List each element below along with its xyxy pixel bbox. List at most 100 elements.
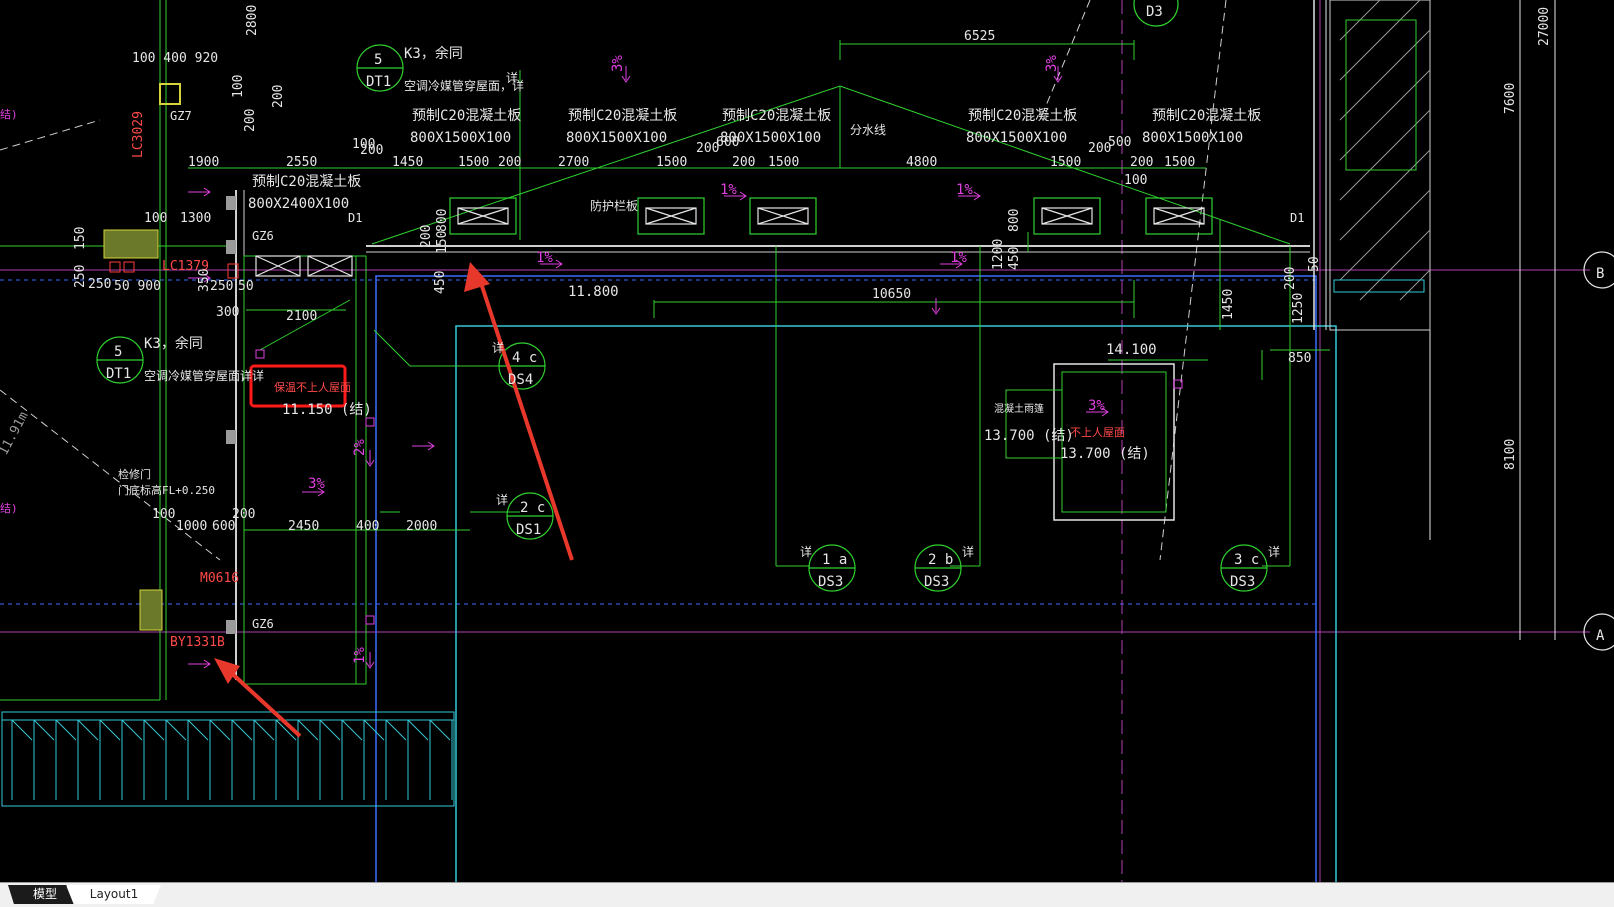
dim-200h: 200 — [1130, 155, 1153, 170]
dim-250b: 250 — [88, 277, 111, 292]
elev-14100: 14.100 — [1106, 342, 1157, 358]
bottom-railing — [1, 711, 455, 807]
callout-1a-bottom: DS3 — [818, 574, 843, 590]
cad-drawing-canvas[interactable]: 预制C20混凝土板 800X1500X100 预制C20混凝土板 800X150… — [0, 0, 1614, 882]
edge-text: 结) 11.91m 结) — [0, 108, 32, 515]
slab-size-2: 800X1500X100 — [566, 130, 667, 146]
callout-4c-top: 4 c — [512, 350, 537, 366]
elev-11150: 11.150 (结) — [282, 402, 372, 418]
elev-13700-roof: 13.700 (结) — [1060, 446, 1150, 462]
arrow-to-roof-edge — [476, 273, 574, 561]
slope-8: 1% — [352, 647, 368, 664]
dim-1500b: 1500 — [656, 155, 687, 170]
tag-gz6-bottom: GZ6 — [252, 617, 274, 631]
slab-label-3: 预制C20混凝土板 — [722, 108, 831, 124]
edge-text-1: 结) — [0, 108, 18, 121]
callout-2c-top: 2 c — [520, 500, 545, 516]
note-xiang-1: 详 — [492, 340, 504, 355]
annotation-arrows — [214, 262, 574, 738]
dim-50: 50 — [238, 279, 254, 294]
dim-250a: 250 — [73, 265, 88, 288]
dim-100d: 100 — [144, 211, 167, 226]
dim-450a: 450 — [433, 271, 448, 294]
dim-1200: 1200 — [991, 239, 1006, 270]
dim-100c: 100 — [1124, 173, 1147, 188]
tag-gz7: GZ7 — [170, 109, 192, 123]
note-access-door: 检修门 — [118, 467, 151, 481]
dim-100a: 100 — [231, 75, 246, 98]
grid-bubbles — [1583, 251, 1614, 651]
slope-5: 3% — [308, 476, 325, 492]
note-k3-top: K3，余同 — [404, 45, 463, 62]
elevations: 11.800 11.150 (结) 14.100 13.700 (结) 13.7… — [282, 284, 1157, 462]
dim-1300: 1300 — [180, 211, 211, 226]
dim-1500c: 1500 — [768, 155, 799, 170]
note-k3-left: K3，余同 — [144, 335, 203, 352]
grid-label-a: A — [1596, 628, 1605, 644]
slab-label-1: 预制C20混凝土板 — [412, 108, 521, 124]
note-xiang-3: 详 — [800, 544, 812, 559]
slope-9: 3% — [610, 55, 626, 72]
note-xiang-6: 详 — [506, 70, 518, 85]
dim-150: 150 — [73, 227, 88, 250]
dim-250c: 250 — [210, 279, 233, 294]
drain-marks — [255, 349, 1183, 625]
dim-4800: 4800 — [906, 155, 937, 170]
dim-1500a: 1500 — [458, 155, 489, 170]
dim-1450b: 1450 — [1221, 289, 1236, 320]
dim-850: 850 — [1288, 351, 1311, 366]
note-xiang-4: 详 — [962, 544, 974, 559]
dim-150b: 150 — [435, 231, 450, 254]
dim-800a: 800 — [435, 209, 450, 232]
note-canopy: 混凝土雨篷 — [994, 402, 1044, 415]
tag-gz6-top: GZ6 — [252, 229, 274, 243]
dim-200i: 200 — [419, 225, 434, 248]
dim-200a: 200 — [271, 85, 286, 108]
dim-2550: 2550 — [286, 155, 317, 170]
note-noaccess: 不上人屋面 — [1070, 426, 1125, 439]
dim-300: 300 — [216, 305, 239, 320]
callout-5a-bottom: DT1 — [366, 74, 391, 90]
slab-label-4: 预制C20混凝土板 — [968, 108, 1077, 124]
dim-400: 400 — [356, 519, 379, 534]
dim-6525: 6525 — [964, 29, 995, 44]
slab-size-4: 800X1500X100 — [966, 130, 1067, 146]
precast-slabs — [255, 197, 1213, 277]
dim-2100: 2100 — [286, 309, 317, 324]
dim-10650: 10650 — [872, 287, 911, 302]
note-xiang-7: 详 — [240, 368, 252, 383]
dim-2000: 2000 — [406, 519, 437, 534]
dim-1500d: 1500 — [1050, 155, 1081, 170]
dim-100-400-920: 100 400 920 — [132, 51, 218, 66]
dim-2700: 2700 — [558, 155, 589, 170]
slab-size-5: 800X1500X100 — [1142, 130, 1243, 146]
tab-layout1[interactable]: Layout1 — [66, 885, 161, 904]
dim-500: 500 — [1108, 135, 1131, 150]
dim-1500e: 1500 — [1164, 155, 1195, 170]
grid-labels: B A — [1596, 266, 1605, 644]
slab-label-6: 预制C20混凝土板 — [252, 174, 361, 190]
note-xiang-5: 详 — [1268, 544, 1280, 559]
elev-11800: 11.800 — [568, 284, 619, 300]
layout-tab-bar: 模型 Layout1 — [0, 882, 1614, 907]
dim-27000: 27000 — [1537, 7, 1552, 46]
dim-2450: 2450 — [288, 519, 319, 534]
dim-200j: 200 — [1283, 267, 1298, 290]
slab-size-6: 800X2400X100 — [248, 196, 349, 212]
dim-50b: 50 — [1307, 256, 1322, 272]
callout-5b-bottom: DT1 — [106, 366, 131, 382]
dim-800b: 800 — [1007, 209, 1022, 232]
grid-label-b: B — [1596, 266, 1604, 282]
callout-4c-bottom: DS4 — [508, 372, 533, 388]
tag-lc3029: LC3029 — [131, 111, 146, 158]
note-divide: 分水线 — [850, 123, 886, 137]
arrow-head-roof-edge — [464, 262, 490, 292]
note-door-level: 门底标高FL+0.250 — [118, 483, 215, 497]
callout-5a-top: 5 — [374, 52, 382, 68]
dim-200d: 200 — [498, 155, 521, 170]
callout-1a-top: 1 a — [822, 552, 847, 568]
callout-2c-bottom: DS1 — [516, 522, 541, 538]
dim-450b: 450 — [1007, 247, 1022, 270]
dim-8100: 8100 — [1503, 439, 1518, 470]
callout-2b-bottom: DS3 — [924, 574, 949, 590]
